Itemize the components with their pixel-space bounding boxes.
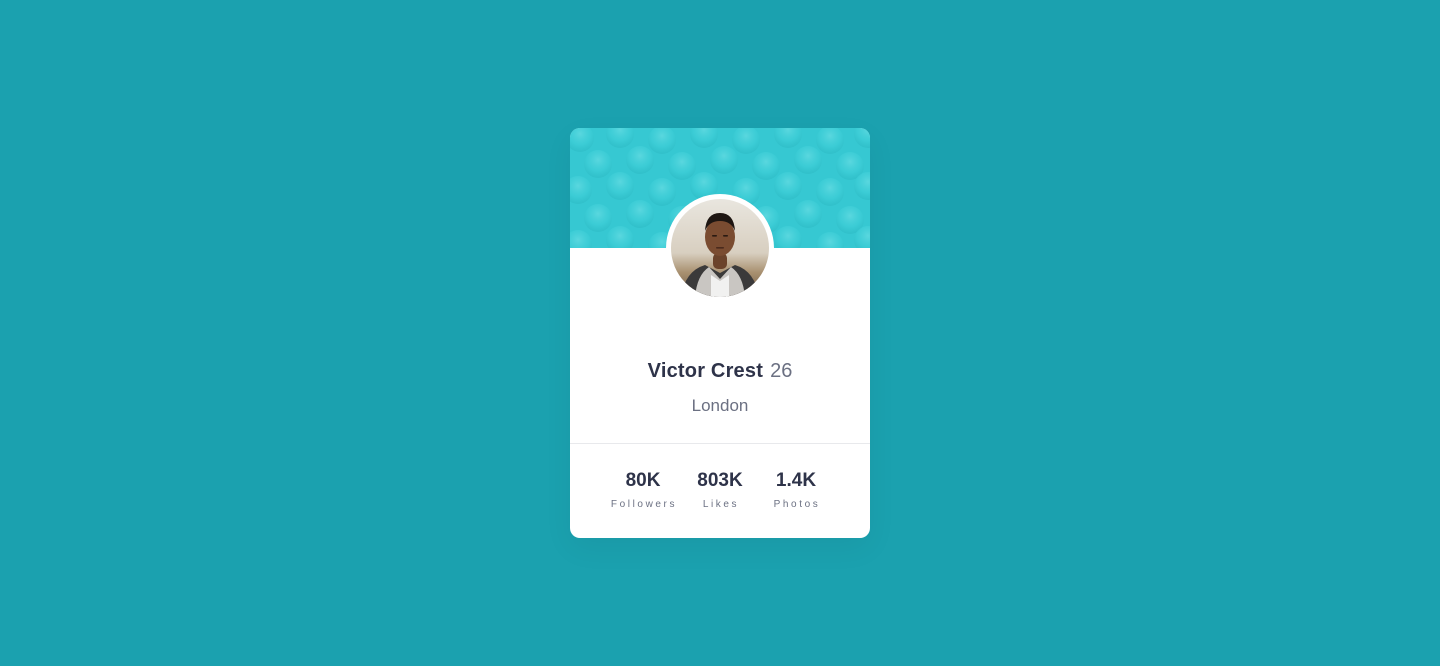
- profile-name: Victor Crest: [647, 360, 764, 382]
- avatar[interactable]: [671, 199, 769, 297]
- stat-value: 1.4K: [775, 470, 817, 491]
- stat-label: Photos: [773, 499, 821, 510]
- profile-card: Victor Crest 26 London 80K Followers 803K…: [570, 128, 870, 538]
- stats-row: 80K Followers 803K Likes 1.4K Photos: [570, 468, 870, 518]
- profile-name-row: Victor Crest 26: [570, 356, 870, 386]
- stat-photos[interactable]: 1.4K Photos: [751, 468, 841, 513]
- profile-city: London: [691, 396, 749, 415]
- avatar-ring: [666, 194, 774, 302]
- user-photo-icon: [671, 199, 769, 297]
- divider: [570, 443, 870, 444]
- profile-age: 26: [770, 360, 793, 382]
